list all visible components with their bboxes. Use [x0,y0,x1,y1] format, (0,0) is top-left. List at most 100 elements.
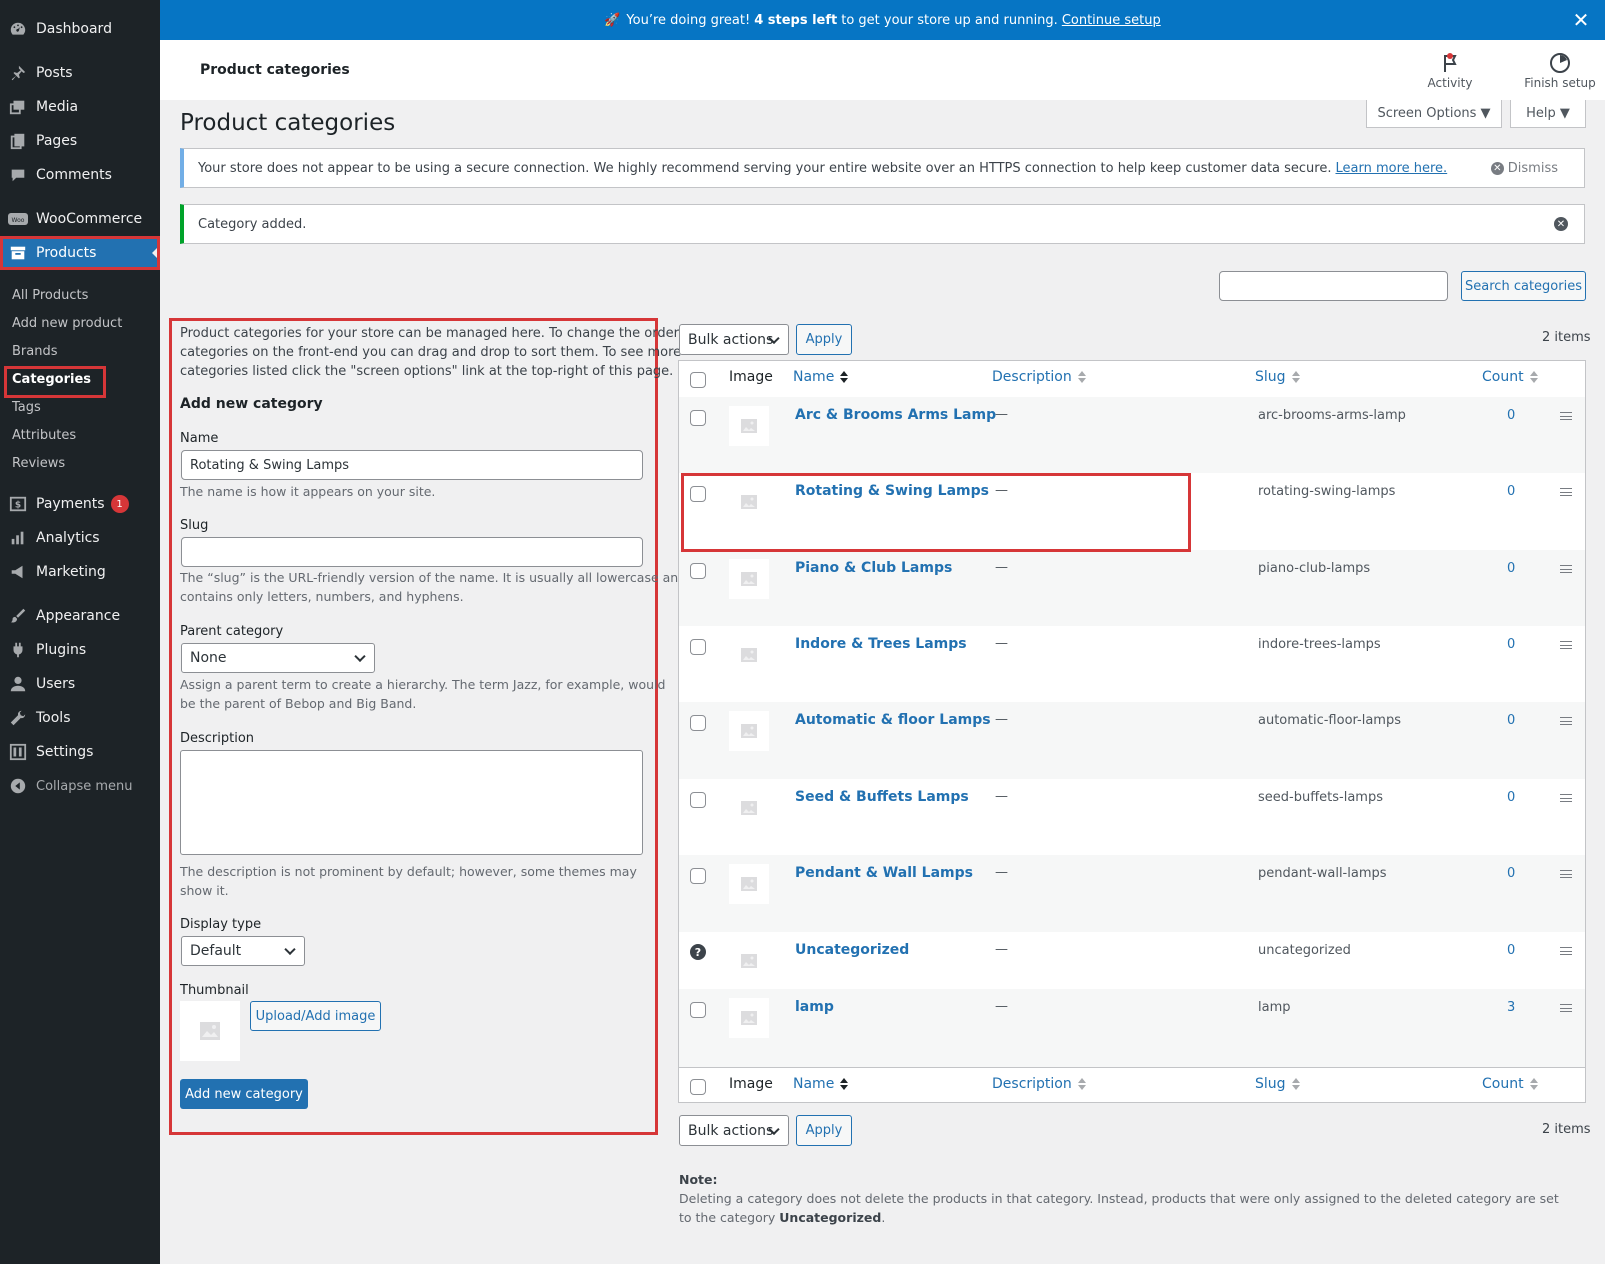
sidebar-item-collapse-menu[interactable]: Collapse menu [0,769,160,803]
column-image: Image [729,369,773,385]
sidebar-item-plugins[interactable]: Plugins [0,633,160,667]
sidebar-item-comments[interactable]: Comments [0,158,160,192]
sidebar-label: Marketing [36,564,106,580]
search-categories-button[interactable]: Search categories [1461,271,1586,301]
category-name-link[interactable]: Pendant & Wall Lamps [795,865,973,881]
category-image [729,788,769,828]
category-name-link[interactable]: Rotating & Swing Lamps [795,483,989,499]
description-textarea[interactable] [180,750,643,855]
row-checkbox[interactable] [690,486,706,502]
sidebar-item-appearance[interactable]: Appearance [0,599,160,633]
image-placeholder-icon [741,1011,757,1025]
upload-add-image-button[interactable]: Upload/Add image [250,1001,381,1031]
category-slug: uncategorized [1258,943,1351,958]
parent-category-select[interactable]: None [181,643,375,673]
drag-handle-icon[interactable] [1560,947,1572,955]
submenu-attributes[interactable]: Attributes [12,425,76,445]
drag-handle-icon[interactable] [1560,488,1572,496]
category-name-link[interactable]: Arc & Brooms Arms Lamp [795,407,996,423]
category-name-link[interactable]: lamp [795,999,834,1015]
submenu-categories[interactable]: Categories [12,369,91,389]
row-checkbox[interactable] [690,715,706,731]
submenu-add-new-product[interactable]: Add new product [12,313,122,333]
sidebar-item-users[interactable]: Users [0,667,160,701]
category-count-link[interactable]: 0 [1507,408,1515,423]
row-checkbox[interactable] [690,868,706,884]
name-input[interactable]: Rotating & Swing Lamps [181,450,643,480]
activity-button[interactable]: Activity [1415,52,1485,90]
highlight-box-form [169,318,658,1135]
category-count-link[interactable]: 0 [1507,943,1515,958]
bar-chart-icon [8,528,28,548]
drag-handle-icon[interactable] [1560,870,1572,878]
row-checkbox[interactable] [690,1002,706,1018]
select-all-checkbox-footer[interactable] [690,1079,706,1095]
finish-setup-button[interactable]: Finish setup [1520,52,1600,90]
category-count-link[interactable]: 0 [1507,561,1515,576]
column-name-sort[interactable]: Name [793,369,849,385]
bulk-actions-select[interactable]: Bulk actions [679,324,789,355]
search-categories-input[interactable] [1219,271,1448,301]
continue-setup-link[interactable]: Continue setup [1062,13,1161,28]
slug-input[interactable] [181,537,643,567]
dismiss-notice-button[interactable]: ✕ [1554,217,1572,231]
drag-handle-icon[interactable] [1560,641,1572,649]
column-count-sort[interactable]: Count [1482,369,1538,385]
screen-options-button[interactable]: Screen Options ▼ [1366,100,1502,128]
category-count-link[interactable]: 0 [1507,866,1515,881]
setup-banner: 🚀 You’re doing great! 4 steps left to ge… [160,0,1605,40]
footer-column-name-sort[interactable]: Name [793,1076,849,1092]
footer-column-count-sort[interactable]: Count [1482,1076,1538,1092]
drag-handle-icon[interactable] [1560,412,1572,420]
row-checkbox[interactable] [690,563,706,579]
submenu-brands[interactable]: Brands [12,341,58,361]
drag-handle-icon[interactable] [1560,565,1572,573]
category-count-link[interactable]: 0 [1507,790,1515,805]
select-all-checkbox[interactable] [690,372,706,388]
settings-icon [8,742,28,762]
learn-more-link[interactable]: Learn more here. [1335,161,1447,176]
sidebar-item-posts[interactable]: Posts [0,56,160,90]
close-icon[interactable]: ✕ [1571,10,1591,30]
sidebar-item-media[interactable]: Media [0,90,160,124]
submenu-reviews[interactable]: Reviews [12,453,65,473]
help-icon[interactable]: ? [690,944,706,960]
add-new-category-button[interactable]: Add new category [180,1079,308,1109]
sidebar-item-tools[interactable]: Tools [0,701,160,735]
category-name-link[interactable]: Piano & Club Lamps [795,560,952,576]
apply-button[interactable]: Apply [796,324,852,355]
category-name-link[interactable]: Automatic & floor Lamps [795,712,991,728]
sidebar-item-pages[interactable]: Pages [0,124,160,158]
category-count-link[interactable]: 0 [1507,484,1515,499]
category-name-link[interactable]: Indore & Trees Lamps [795,636,967,652]
category-count-link[interactable]: 3 [1507,1000,1515,1015]
bulk-actions-select-bottom[interactable]: Bulk actions [679,1115,789,1146]
submenu-tags[interactable]: Tags [12,397,41,417]
sidebar-item-marketing[interactable]: Marketing [0,555,160,589]
footer-column-description-sort[interactable]: Description [992,1076,1086,1092]
sidebar-item-products[interactable]: Products [0,236,160,270]
category-name-link[interactable]: Uncategorized [795,942,909,958]
submenu-all-products[interactable]: All Products [12,285,88,305]
help-button[interactable]: Help ▼ [1510,100,1586,128]
drag-handle-icon[interactable] [1560,1004,1572,1012]
row-checkbox[interactable] [690,410,706,426]
dismiss-button[interactable]: ✕ Dismiss [1490,161,1558,176]
column-description-sort[interactable]: Description [992,369,1086,385]
category-name-link[interactable]: Seed & Buffets Lamps [795,789,969,805]
category-count-link[interactable]: 0 [1507,713,1515,728]
column-slug-sort[interactable]: Slug [1255,369,1300,385]
apply-button-bottom[interactable]: Apply [796,1115,852,1146]
drag-handle-icon[interactable] [1560,794,1572,802]
row-checkbox[interactable] [690,792,706,808]
sidebar-item-settings[interactable]: Settings [0,735,160,769]
sidebar-item-payments[interactable]: $ Payments 1 [0,487,160,521]
row-checkbox[interactable] [690,639,706,655]
category-count-link[interactable]: 0 [1507,637,1515,652]
sidebar-item-dashboard[interactable]: Dashboard [0,12,160,46]
sidebar-item-woocommerce[interactable]: Woo WooCommerce [0,202,160,236]
footer-column-slug-sort[interactable]: Slug [1255,1076,1300,1092]
sidebar-item-analytics[interactable]: Analytics [0,521,160,555]
display-type-select[interactable]: Default [181,936,305,966]
drag-handle-icon[interactable] [1560,717,1572,725]
